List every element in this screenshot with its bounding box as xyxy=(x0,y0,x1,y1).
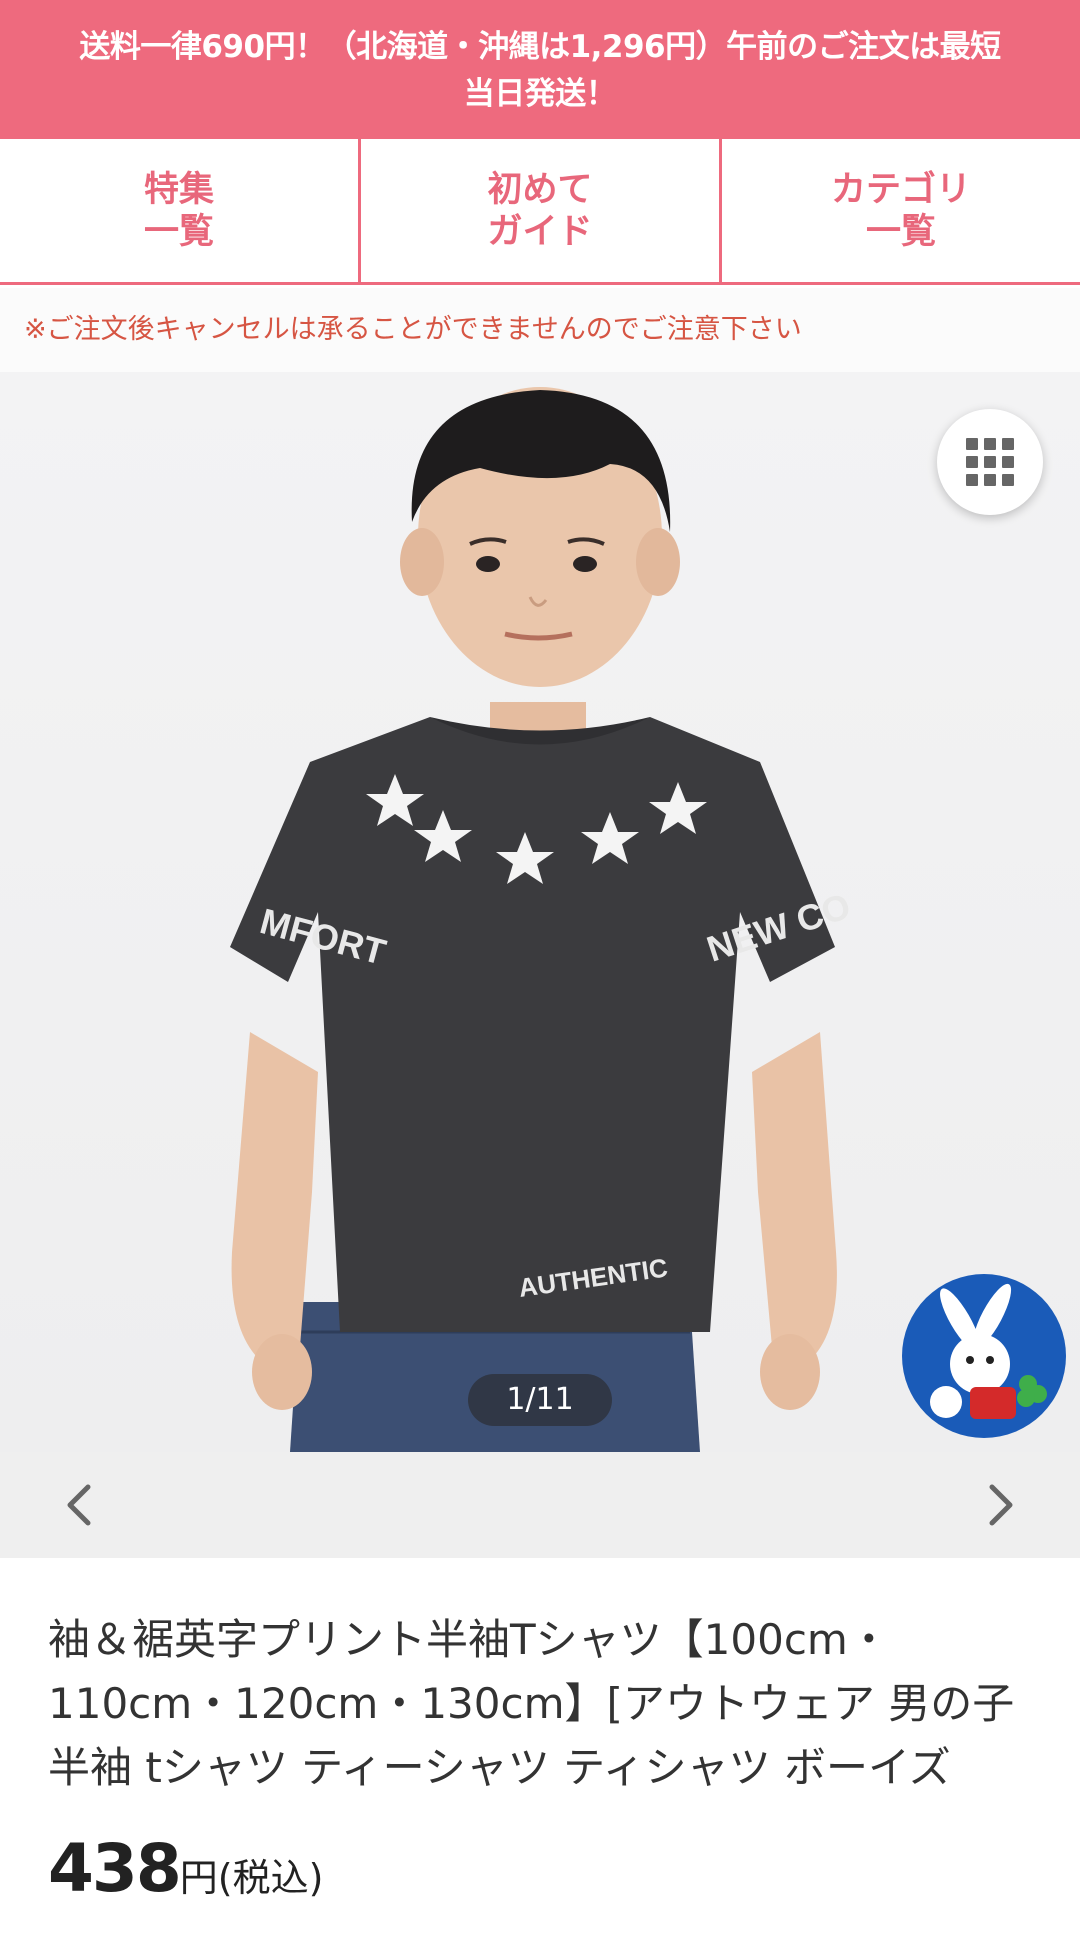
banner-line-2: 当日発送！ xyxy=(463,76,617,112)
cancel-notice: ※ご注文後キャンセルは承ることができませんのでご注意下さい xyxy=(0,288,1080,372)
banner-line-1: 送料一律690円！（北海道・沖縄は1,296円）午前のご注文は最短 xyxy=(79,29,1001,65)
nav-item-features[interactable]: 特集 一覧 xyxy=(0,139,361,282)
price-tax-label: (税込) xyxy=(217,1856,324,1900)
nav-item-categories[interactable]: カテゴリ 一覧 xyxy=(722,139,1080,282)
shipping-banner: 送料一律690円！（北海道・沖縄は1,296円）午前のご注文は最短 当日発送！ xyxy=(0,0,1080,139)
nav-item-label: 特集 xyxy=(143,169,214,210)
nav-item-label: 一覧 xyxy=(143,211,214,252)
chevron-right-icon xyxy=(989,1484,1013,1526)
prev-image-button[interactable] xyxy=(26,1452,132,1558)
grid-view-button[interactable] xyxy=(937,409,1043,515)
grid-icon xyxy=(966,438,1014,486)
nav-item-guide[interactable]: 初めて ガイド xyxy=(361,139,722,282)
chevron-left-icon xyxy=(67,1484,91,1526)
top-nav: 特集 一覧 初めて ガイド カテゴリ 一覧 xyxy=(0,139,1080,285)
nav-item-label: 初めて xyxy=(487,169,593,210)
price-unit: 円 xyxy=(179,1856,218,1900)
price-value: 438 xyxy=(48,1830,182,1907)
product-price: 438 円 (税込) xyxy=(48,1830,323,1910)
product-title: 袖＆裾英字プリント半袖Tシャツ【100cm・110cm・120cm・130cm】… xyxy=(48,1615,1015,1792)
nav-item-label: カテゴリ xyxy=(830,169,971,210)
image-counter: 1/11 xyxy=(468,1374,612,1426)
rabbit-mascot-icon[interactable] xyxy=(900,1272,1068,1440)
nav-item-label: 一覧 xyxy=(865,211,936,252)
gallery-nav-bar xyxy=(0,1452,1080,1558)
nav-item-label: ガイド xyxy=(487,211,593,252)
next-image-button[interactable] xyxy=(948,1452,1054,1558)
